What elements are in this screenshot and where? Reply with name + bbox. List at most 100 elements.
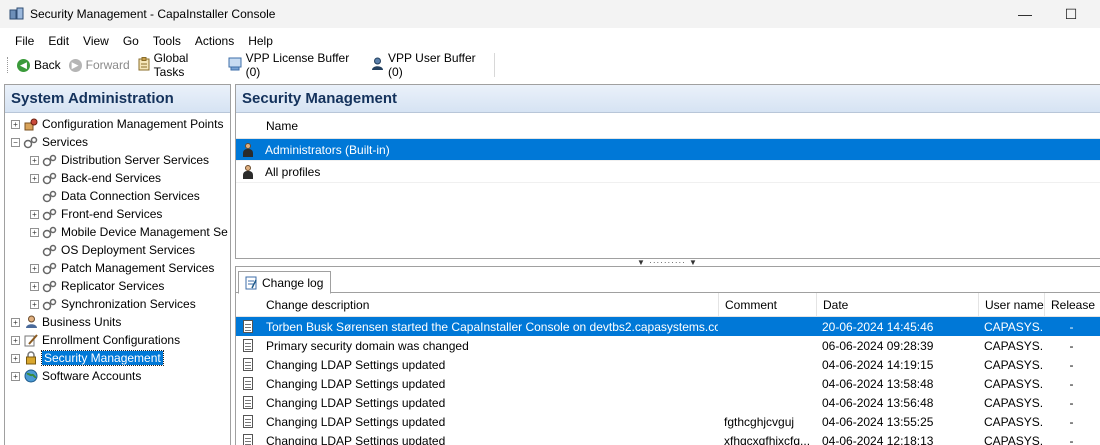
tree-item-synchronization-services[interactable]: + Synchronization Services [30,295,196,313]
vpp-user-buffer-label: VPP User Buffer (0) [388,51,476,79]
gears-icon [42,279,58,293]
tree-item-distribution-server-services[interactable]: + Distribution Server Services [30,151,209,169]
tree-item-replicator-services[interactable]: + Replicator Services [30,277,164,295]
minimize-button[interactable]: — [1002,0,1048,28]
table-row[interactable]: Changing LDAP Settings updated 04-06-202… [236,374,1100,393]
tree-item-business-units[interactable]: + Business Units [11,313,121,331]
table-row[interactable]: Changing LDAP Settings updated 04-06-202… [236,393,1100,412]
tree-item-mobile-device-management-services[interactable]: + Mobile Device Management Se [30,223,228,241]
admin-user-icon [242,142,254,157]
column-header-change-description[interactable]: Change description [260,293,718,316]
menu-bar: File Edit View Go Tools Actions Help [0,30,1100,52]
gears-icon [42,207,58,221]
menu-help[interactable]: Help [241,34,280,48]
tree-item-os-deployment-services[interactable]: OS Deployment Services [30,241,195,259]
document-icon [243,415,253,428]
title-bar: Security Management - CapaInstaller Cons… [0,0,1100,28]
change-log-header: Change description Comment Date User nam… [236,293,1100,317]
table-row[interactable]: Changing LDAP Settings updated xfhqcxqfh… [236,431,1100,445]
expand-icon[interactable]: + [30,299,39,309]
gears-icon [42,297,58,311]
collapse-icon[interactable]: − [11,137,20,147]
tree-item-patch-management-services[interactable]: + Patch Management Services [30,259,214,277]
change-log-icon [245,276,257,290]
back-label: Back [33,58,61,72]
tree-item-back-end-services[interactable]: + Back-end Services [30,169,161,187]
window-title: Security Management - CapaInstaller Cons… [30,7,276,21]
maximize-button[interactable]: ☐ [1048,0,1094,28]
security-list-header: Name [236,113,1100,139]
table-row[interactable]: Primary security domain was changed 06-0… [236,336,1100,355]
expand-icon[interactable]: + [11,317,20,327]
vpp-license-buffer-button[interactable]: VPP License Buffer (0) [224,51,367,79]
column-header-user-name[interactable]: User name [978,293,1044,316]
list-item-all-profiles[interactable]: All profiles [236,161,1100,183]
table-row[interactable]: Torben Busk Sørensen started the CapaIns… [236,317,1100,336]
global-tasks-button[interactable]: Global Tasks [134,51,224,79]
table-row[interactable]: Changing LDAP Settings updated fgthcghjc… [236,412,1100,431]
gears-icon [42,171,58,185]
tree-item-configuration-management-points[interactable]: + Configuration Management Points [11,115,223,133]
minimize-icon: — [1018,6,1032,22]
lock-icon [23,351,39,365]
expand-icon[interactable]: + [11,371,20,381]
gears-icon [42,153,58,167]
forward-arrow-icon: ▶ [68,58,82,72]
list-item-administrators[interactable]: Administrators (Built-in) [236,139,1100,161]
tree-item-services[interactable]: − Services [11,133,88,151]
back-arrow-icon: ◀ [16,58,30,72]
toolbar-grip[interactable] [7,57,10,73]
tree-item-front-end-services[interactable]: + Front-end Services [30,205,162,223]
user-icon [371,57,384,74]
vpp-license-buffer-label: VPP License Buffer (0) [245,51,350,79]
document-icon [243,396,253,409]
expand-icon[interactable]: + [30,227,39,237]
column-header-date[interactable]: Date [816,293,978,316]
user-icon [23,315,39,329]
expand-icon[interactable]: + [30,281,39,291]
license-icon [228,57,242,74]
tree-item-security-management[interactable]: + Security Management [11,349,164,367]
globe-icon [23,369,39,383]
security-management-header: Security Management [236,85,1100,113]
tree-connector [30,192,39,201]
menu-actions[interactable]: Actions [188,34,241,48]
pen-icon [23,333,39,347]
tree-item-enrollment-configurations[interactable]: + Enrollment Configurations [11,331,180,349]
tab-change-log[interactable]: Change log [238,271,331,294]
gears-icon [42,225,58,239]
gears-icon [42,189,58,203]
expand-icon[interactable]: + [11,335,20,345]
horizontal-splitter[interactable]: ▼ ·········· ▼ [235,258,1100,267]
menu-tools[interactable]: Tools [146,34,188,48]
expand-icon[interactable]: + [30,173,39,183]
expand-icon[interactable]: + [30,155,39,165]
document-icon [243,339,253,352]
table-row[interactable]: Changing LDAP Settings updated 04-06-202… [236,355,1100,374]
expand-icon[interactable]: + [11,353,20,363]
column-header-release[interactable]: Release [1044,293,1099,316]
column-header-comment[interactable]: Comment [718,293,816,316]
forward-button[interactable]: ▶ Forward [65,54,134,76]
group-user-icon [242,164,254,179]
expand-icon[interactable]: + [30,209,39,219]
tree-item-data-connection-services[interactable]: Data Connection Services [30,187,200,205]
menu-file[interactable]: File [8,34,41,48]
document-icon [243,434,253,445]
menu-view[interactable]: View [76,34,116,48]
gears-icon [42,261,58,275]
back-button[interactable]: ◀ Back [13,54,65,76]
clipboard-icon [138,56,150,74]
maximize-icon: ☐ [1064,5,1078,22]
expand-icon[interactable]: + [11,119,20,129]
tree-item-software-accounts[interactable]: + Software Accounts [11,367,141,385]
tree-connector [30,246,39,255]
column-header-name[interactable]: Name [260,113,298,138]
gears-icon [42,243,58,257]
vpp-user-buffer-button[interactable]: VPP User Buffer (0) [367,51,494,79]
menu-go[interactable]: Go [116,34,146,48]
document-icon [243,320,253,333]
change-log-pane: Change log Change description Comment Da… [235,266,1100,445]
expand-icon[interactable]: + [30,263,39,273]
menu-edit[interactable]: Edit [41,34,76,48]
